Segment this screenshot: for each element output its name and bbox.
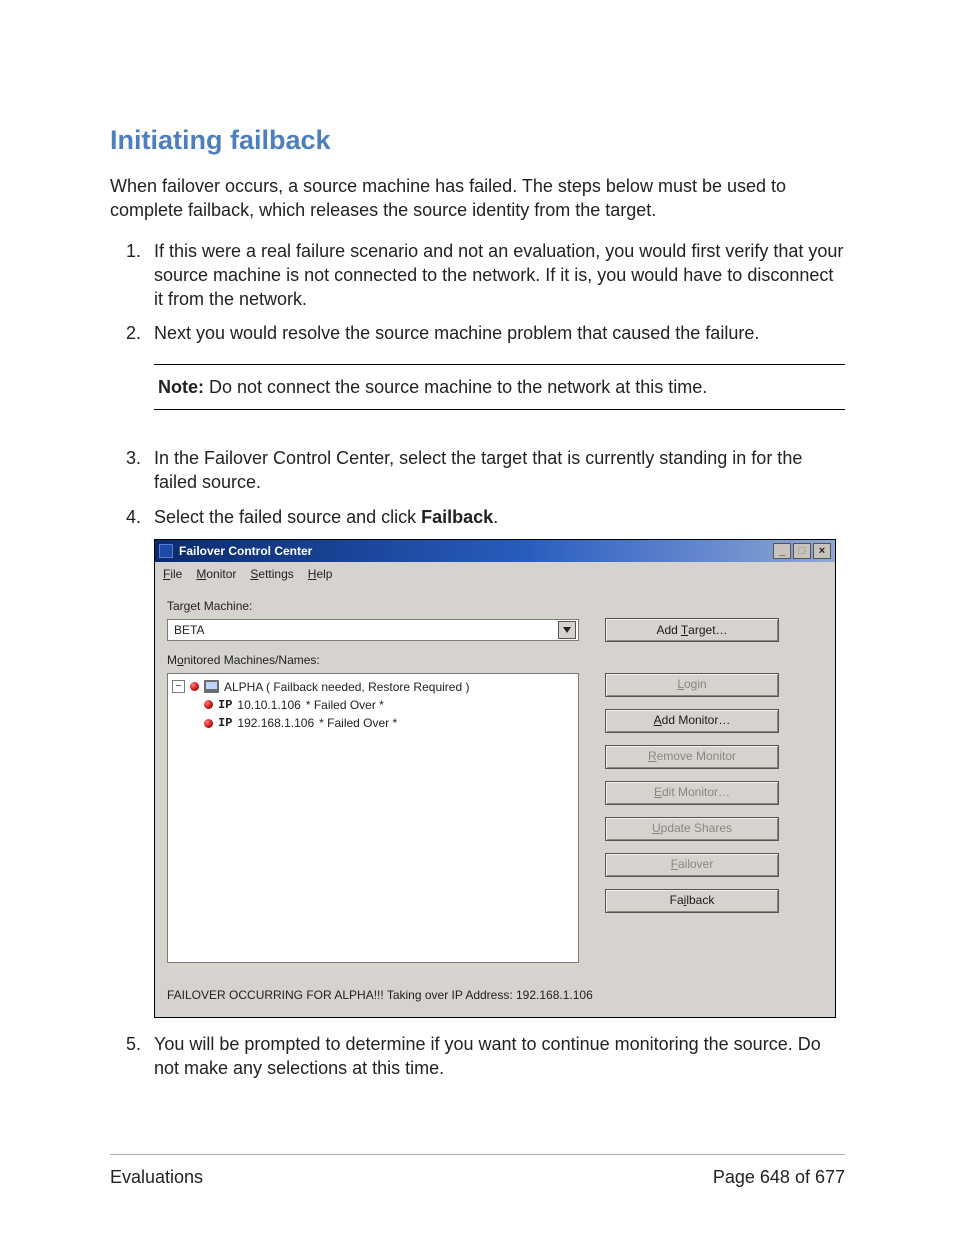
tree-root-alpha[interactable]: − ALPHA ( Failback needed, Restore Requi… xyxy=(170,678,576,696)
step-4-bold: Failback xyxy=(421,507,493,527)
target-machine-value: BETA xyxy=(174,622,558,638)
status-dot-icon xyxy=(190,682,199,691)
status-dot-icon xyxy=(204,700,213,709)
target-machine-label: Target Machine: xyxy=(167,598,823,614)
tree-ip1-value: 10.10.1.106 xyxy=(237,697,300,713)
monitored-machines-tree[interactable]: − ALPHA ( Failback needed, Restore Requi… xyxy=(167,673,579,963)
tree-ip2-status: * Failed Over * xyxy=(319,715,397,731)
edit-monitor-button[interactable]: Edit Monitor… xyxy=(605,781,779,805)
window-titlebar: Failover Control Center _ □ × xyxy=(155,540,835,562)
menu-file[interactable]: File xyxy=(163,566,182,582)
note-box: Note: Do not connect the source machine … xyxy=(154,364,845,410)
step-1: If this were a real failure scenario and… xyxy=(146,239,845,312)
page-footer: Evaluations Page 648 of 677 xyxy=(110,1154,845,1188)
ip-icon: IP xyxy=(218,715,232,731)
step-4-pre: Select the failed source and click xyxy=(154,507,421,527)
menu-monitor[interactable]: Monitor xyxy=(196,566,236,582)
tree-ip1-status: * Failed Over * xyxy=(306,697,384,713)
ip-icon: IP xyxy=(218,697,232,713)
footer-right: Page 648 of 677 xyxy=(713,1167,845,1188)
note-label: Note: xyxy=(158,377,204,397)
step-2: Next you would resolve the source machin… xyxy=(146,321,845,410)
tree-ip-row-1[interactable]: IP 10.10.1.106 * Failed Over * xyxy=(170,696,576,714)
step-2-text: Next you would resolve the source machin… xyxy=(154,323,759,343)
tree-ip-row-2[interactable]: IP 192.168.1.106 * Failed Over * xyxy=(170,714,576,732)
tree-ip2-value: 192.168.1.106 xyxy=(237,715,314,731)
intro-paragraph: When failover occurs, a source machine h… xyxy=(110,174,845,223)
step-4-post: . xyxy=(493,507,498,527)
close-button[interactable]: × xyxy=(813,543,831,559)
footer-left: Evaluations xyxy=(110,1167,203,1188)
steps-list: If this were a real failure scenario and… xyxy=(110,239,845,1081)
remove-monitor-button[interactable]: Remove Monitor xyxy=(605,745,779,769)
app-icon xyxy=(159,544,173,558)
minimize-button[interactable]: _ xyxy=(773,543,791,559)
maximize-button[interactable]: □ xyxy=(793,543,811,559)
target-machine-dropdown[interactable]: BETA xyxy=(167,619,579,641)
tree-toggle-icon[interactable]: − xyxy=(172,680,185,693)
button-column: Login Add Monitor… Remove Monitor Edit M… xyxy=(605,673,779,913)
status-line: FAILOVER OCCURRING FOR ALPHA!!! Taking o… xyxy=(167,973,823,1003)
menu-bar: File Monitor Settings Help xyxy=(155,562,835,586)
step-3: In the Failover Control Center, select t… xyxy=(146,446,845,495)
computer-icon xyxy=(204,680,219,693)
failover-control-center-window: Failover Control Center _ □ × File Monit… xyxy=(154,539,836,1018)
window-title: Failover Control Center xyxy=(179,543,312,559)
add-target-button[interactable]: Add Target… xyxy=(605,618,779,642)
failover-button[interactable]: Failover xyxy=(605,853,779,877)
menu-help[interactable]: Help xyxy=(308,566,333,582)
login-button[interactable]: Login xyxy=(605,673,779,697)
monitored-machines-label: Monitored Machines/Names: xyxy=(167,652,823,668)
add-monitor-button[interactable]: Add Monitor… xyxy=(605,709,779,733)
step-5: You will be prompted to determine if you… xyxy=(146,1032,845,1081)
chevron-down-icon[interactable] xyxy=(558,621,576,639)
tree-root-label: ALPHA ( Failback needed, Restore Require… xyxy=(224,679,469,695)
failback-button[interactable]: Failback xyxy=(605,889,779,913)
step-4: Select the failed source and click Failb… xyxy=(146,505,845,1018)
section-title: Initiating failback xyxy=(110,125,845,156)
note-text: Do not connect the source machine to the… xyxy=(204,377,707,397)
status-dot-icon xyxy=(204,719,213,728)
menu-settings[interactable]: Settings xyxy=(250,566,293,582)
update-shares-button[interactable]: Update Shares xyxy=(605,817,779,841)
